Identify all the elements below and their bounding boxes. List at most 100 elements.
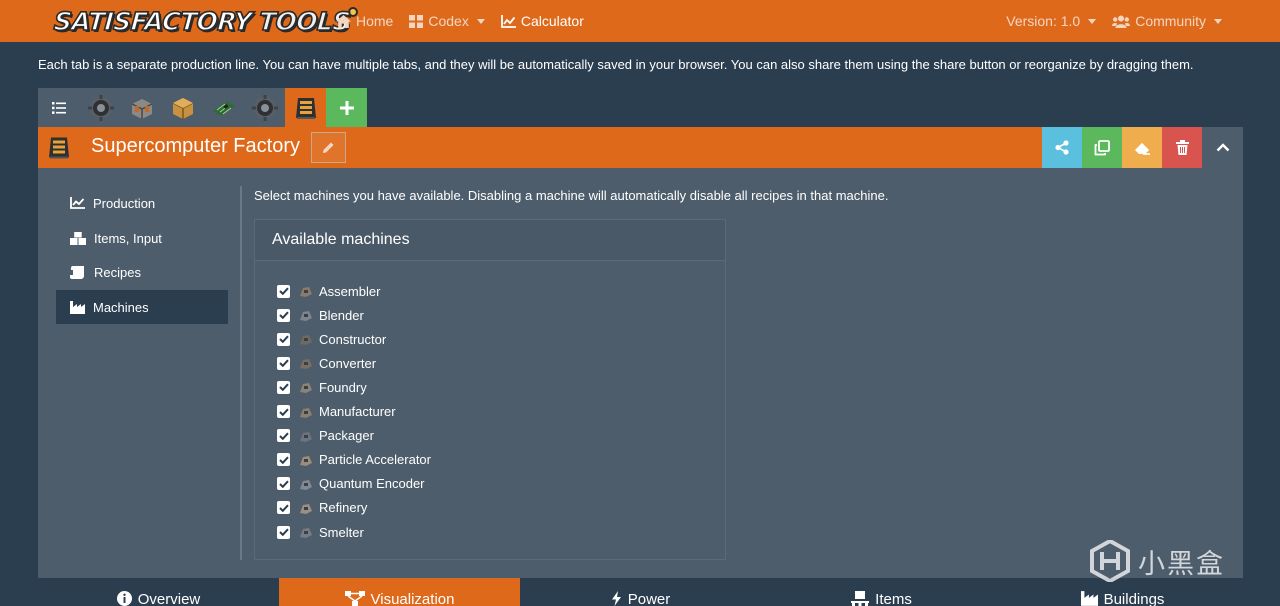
rename-factory-button[interactable] [311,132,346,163]
info-circle-icon [116,591,132,606]
sidebar-item-label: Machines [93,299,149,315]
tab-factory-motor[interactable] [80,88,121,127]
chevron-down-icon [1214,18,1222,24]
machine-label: Constructor [319,331,387,347]
machine-row[interactable]: Foundry [277,377,367,397]
tab-factory-supercomputer[interactable] [285,88,326,127]
machine-checkbox[interactable] [277,332,290,346]
nav-codex-dropdown[interactable]: Codex [409,13,485,29]
pallet-icon [851,591,870,606]
check-icon [278,383,289,392]
tab-visualization[interactable]: Visualization [279,578,520,606]
eraser-icon [1134,142,1150,155]
share-factory-button[interactable] [1042,127,1082,168]
sidebar-item-recipes[interactable]: Recipes [56,255,228,289]
check-icon [278,456,289,464]
check-icon [278,528,289,536]
check-icon [278,311,289,320]
tab-factory-circuit[interactable] [203,88,244,127]
check-icon [278,335,289,344]
machine-checkbox[interactable] [277,501,290,515]
xiaoheihe-logo-icon [1090,540,1130,582]
machine-label: Foundry [319,379,367,395]
machine-thumbnail-icon [299,405,313,419]
nav-right: Version: 1.0 Community [1006,0,1222,42]
machine-row[interactable]: Smelter [277,522,364,542]
sidebar-item-label: Production [93,195,156,211]
bottom-tabs: Overview Visualization Power Items Build… [38,578,1243,606]
chart-line-icon [70,197,85,209]
tab-factory-heavy-frame[interactable] [121,88,162,127]
machine-thumbnail-icon [299,332,313,346]
machine-label: Refinery [319,500,368,516]
tab-label: Buildings [1103,591,1165,606]
sidebar-item-items-input[interactable]: Items, Input [56,221,228,255]
sidebar-item-production[interactable]: Production [56,186,228,220]
scroll-icon [70,265,84,279]
nav-codex-label: Codex [428,13,469,29]
machine-checkbox[interactable] [277,308,290,322]
factory-header: Supercomputer Factory [38,127,1243,168]
version-dropdown[interactable]: Version: 1.0 [1006,13,1097,29]
industry-icon [70,300,85,314]
machine-label: Particle Accelerator [319,452,431,468]
tab-factory-motor-2[interactable] [244,88,285,127]
machine-row[interactable]: Assembler [277,281,380,301]
bolt-icon [611,591,621,606]
nav-calculator-link[interactable]: Calculator [500,13,584,29]
community-dropdown[interactable]: Community [1112,13,1222,29]
community-label: Community [1135,13,1206,29]
machine-thumbnail-icon [299,356,313,370]
machine-row[interactable]: Packager [277,426,374,446]
th-large-icon [409,14,424,28]
nav-home-link[interactable]: Home [336,13,393,29]
machine-label: Converter [319,355,377,371]
boxes-icon [70,231,86,245]
machine-row[interactable]: Constructor [277,329,386,349]
tab-buildings[interactable]: Buildings [1002,578,1243,606]
machine-checkbox[interactable] [277,356,290,370]
check-icon [278,287,289,295]
machine-row[interactable]: Particle Accelerator [277,450,431,470]
machine-checkbox[interactable] [277,380,290,394]
tab-items[interactable]: Items [761,578,1002,606]
tab-list-view[interactable] [38,88,80,127]
satisfactory-tools-logo[interactable]: SATISFACTORY TOOLS [52,3,359,39]
sidebar-divider [240,186,242,560]
machine-label: Blender [319,307,364,323]
tab-overview[interactable]: Overview [38,578,279,606]
machine-checkbox[interactable] [277,477,290,491]
pencil-icon [323,142,334,153]
chevron-down-icon [476,18,485,24]
machine-checkbox[interactable] [277,525,290,539]
available-machines-card: Available machines Assembler Blender Const… [254,219,726,560]
machine-checkbox[interactable] [277,429,290,443]
delete-factory-button[interactable] [1162,127,1202,168]
machine-label: Packager [319,428,374,444]
machine-label: Quantum Encoder [319,476,425,492]
machine-row[interactable]: Blender [277,305,364,325]
navbar: SATISFACTORY TOOLS Home Codex Calculator… [0,0,1280,42]
clone-factory-button[interactable] [1082,127,1122,168]
machine-row[interactable]: Quantum Encoder [277,474,425,494]
chart-line-icon [500,14,516,28]
sidebar-item-machines[interactable]: Machines [56,290,228,324]
plus-icon [339,100,354,115]
machine-row[interactable]: Manufacturer [277,402,396,422]
machine-checkbox[interactable] [277,453,290,467]
tab-label: Items [875,591,912,606]
machine-checkbox[interactable] [277,405,290,418]
tab-power[interactable]: Power [520,578,761,606]
tab-label: Power [627,591,671,606]
clear-factory-button[interactable] [1122,127,1162,168]
machine-checkbox[interactable] [277,284,290,298]
add-tab-button[interactable] [326,88,367,127]
tab-factory-crate[interactable] [162,88,203,127]
sidebar-item-label: Recipes [94,264,141,280]
machine-thumbnail-icon [299,453,313,467]
collapse-factory-button[interactable] [1202,127,1243,168]
tab-label: Overview [137,591,201,606]
clone-icon [1094,139,1110,155]
machine-row[interactable]: Converter [277,353,376,373]
machine-row[interactable]: Refinery [277,498,367,518]
